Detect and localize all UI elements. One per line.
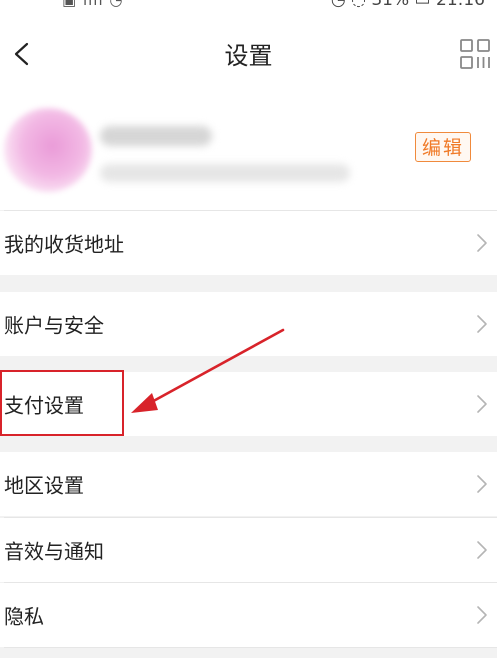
settings-screen: ▣ ıllı ◔ ◷ ◌ 31% ▭ 21:16 设置 编辑 我的收货地址 账户…: [0, 0, 497, 658]
chevron-right-icon: [477, 315, 487, 333]
divider: [4, 647, 497, 648]
settings-item-sound-notifications[interactable]: 音效与通知: [0, 518, 497, 582]
settings-item-privacy[interactable]: 隐私: [0, 583, 497, 647]
edit-profile-button[interactable]: 编辑: [415, 132, 471, 162]
chevron-right-icon: [477, 395, 487, 413]
qr-code-button[interactable]: [459, 38, 491, 70]
page-title: 设置: [224, 42, 273, 70]
status-bar-left-icons: ▣ ıllı ◔: [62, 0, 124, 9]
settings-item-payment[interactable]: 支付设置: [0, 372, 497, 436]
profile-name: [100, 126, 212, 146]
settings-item-label: 隐私: [4, 604, 44, 629]
header: 设置: [0, 14, 497, 94]
profile-subtitle: [100, 164, 350, 182]
settings-item-region[interactable]: 地区设置: [0, 452, 497, 516]
settings-item-shipping-address[interactable]: 我的收货地址: [0, 211, 497, 275]
chevron-right-icon: [477, 541, 487, 559]
status-bar: ▣ ıllı ◔ ◷ ◌ 31% ▭ 21:16: [0, 0, 497, 14]
chevron-right-icon: [477, 606, 487, 624]
qr-code-icon: [460, 39, 490, 69]
settings-item-account-security[interactable]: 账户与安全: [0, 292, 497, 356]
profile-card[interactable]: 编辑: [0, 94, 497, 210]
settings-item-label: 音效与通知: [4, 539, 104, 564]
settings-item-label: 账户与安全: [4, 313, 104, 338]
chevron-right-icon: [477, 234, 487, 252]
settings-item-label: 地区设置: [4, 473, 84, 498]
settings-item-label: 支付设置: [4, 393, 84, 418]
status-bar-right-text: ◷ ◌ 31% ▭ 21:16: [330, 0, 485, 10]
settings-item-label: 我的收货地址: [4, 232, 124, 257]
avatar[interactable]: [4, 108, 92, 192]
chevron-right-icon: [477, 475, 487, 493]
